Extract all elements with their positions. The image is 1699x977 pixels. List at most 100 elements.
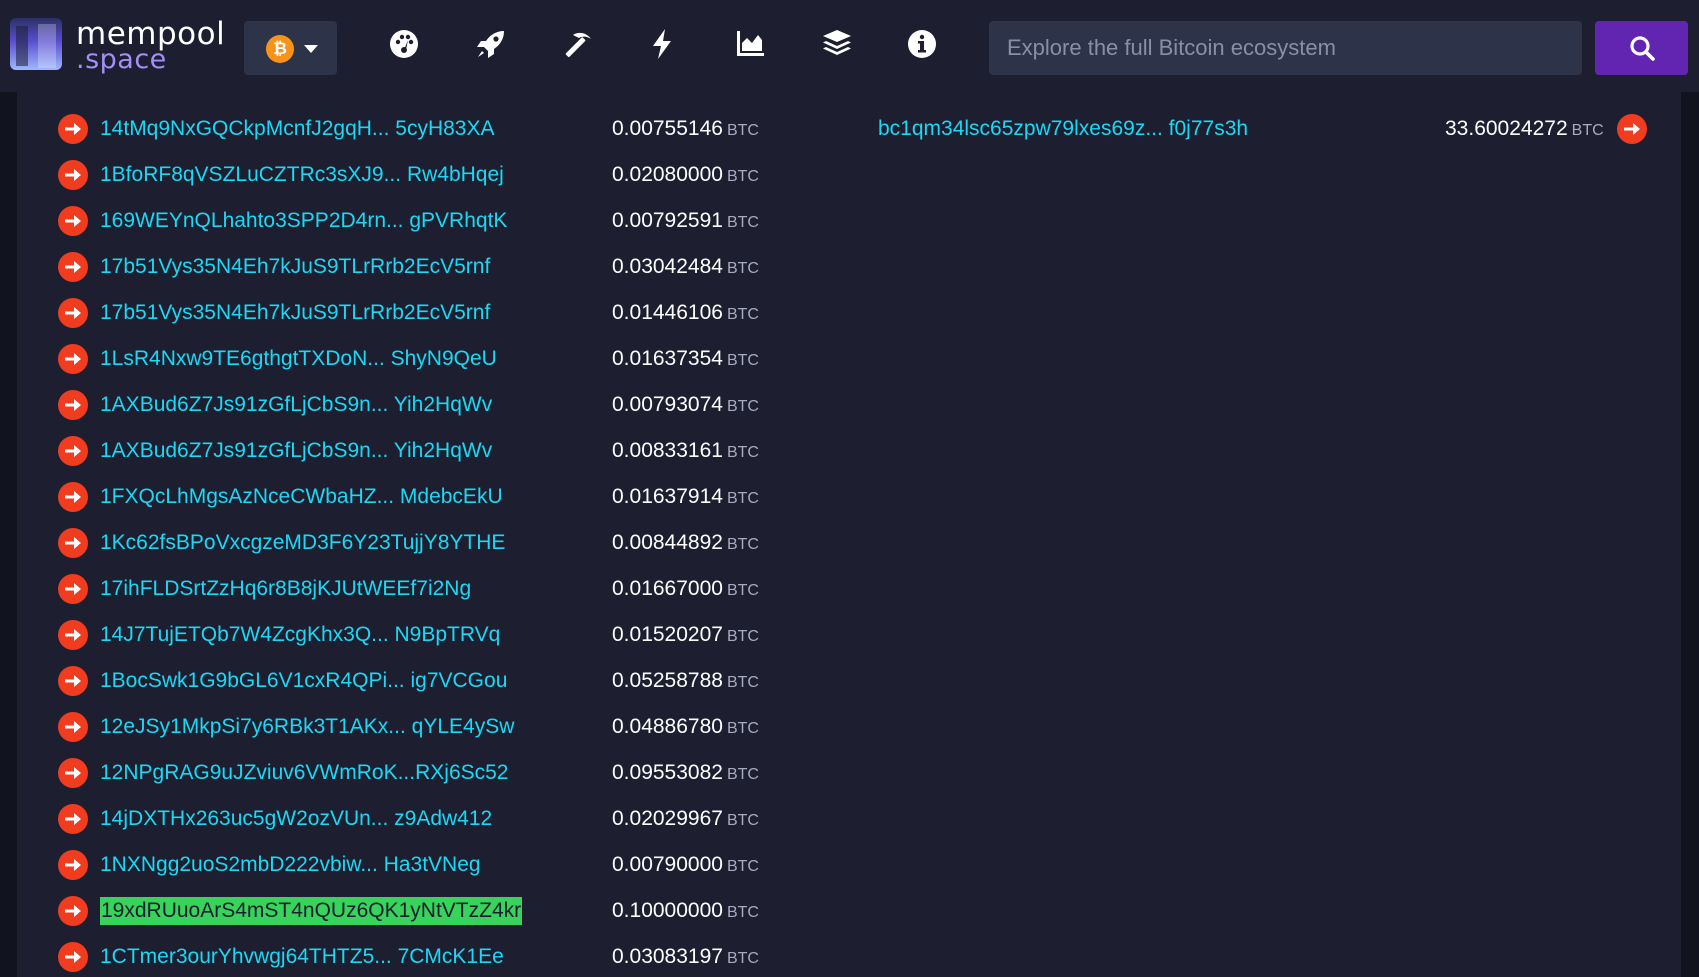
mempool-logo[interactable]: mempool .space	[10, 16, 230, 75]
input-amount-unit: BTC	[726, 260, 759, 277]
arrow-right-icon	[65, 353, 81, 365]
rocket-icon[interactable]	[474, 27, 508, 61]
input-arrow-button[interactable]	[58, 804, 88, 834]
input-amount: 0.01637354 BTC	[612, 345, 842, 375]
arrow-right-icon	[65, 905, 81, 917]
input-address-link[interactable]: 17b51Vys35N4Eh7kJuS9TLrRrb2EcV5rnf	[100, 299, 490, 327]
input-address-link[interactable]: 1AXBud6Z7Js91zGfLjCbS9n... Yih2HqWv	[100, 391, 492, 419]
info-icon[interactable]	[905, 27, 939, 61]
mining-icon[interactable]	[561, 27, 595, 61]
input-address-link[interactable]: 1NXNgg2uoS2mbD222vbiw... Ha3tVNeg	[100, 851, 481, 879]
lightning-icon[interactable]	[645, 27, 679, 61]
input-row: 17b51Vys35N4Eh7kJuS9TLrRrb2EcV5rnf 0.0304…	[17, 247, 1681, 287]
arrow-right-icon	[65, 813, 81, 825]
search-input[interactable]	[989, 21, 1582, 75]
input-arrow-button[interactable]	[58, 666, 88, 696]
transaction-io-panel: 14tMq9NxGQCkpMcnfJ2gqH... 5cyH83XA 0.0075…	[17, 92, 1681, 977]
dashboard-icon[interactable]	[387, 27, 421, 61]
arrow-right-icon	[65, 399, 81, 411]
output-amount-value: 33.60024272	[1445, 117, 1568, 140]
input-amount: 0.01446106 BTC	[612, 299, 842, 329]
arrow-right-icon	[65, 537, 81, 549]
input-amount-unit: BTC	[726, 306, 759, 323]
graphs-icon[interactable]	[733, 27, 767, 61]
input-address-link[interactable]: 14J7TujETQb7W4ZcgKhx3Q... N9BpTRVq	[100, 621, 500, 649]
input-row: 17ihFLDSrtZzHq6r8B8jKJUtWEEf7i2Ng 0.01667…	[17, 569, 1681, 609]
input-amount: 0.01520207 BTC	[612, 621, 842, 651]
input-amount: 0.03042484 BTC	[612, 253, 842, 283]
output-arrow-button[interactable]	[1617, 114, 1647, 144]
input-amount-unit: BTC	[726, 214, 759, 231]
arrow-right-icon	[65, 261, 81, 273]
input-arrow-button[interactable]	[58, 896, 88, 926]
input-arrow-button[interactable]	[58, 482, 88, 512]
input-row: 1CTmer3ourYhvwgj64THTZ5... 7CMcK1Ee 0.030…	[17, 937, 1681, 977]
input-address-link[interactable]: 1FXQcLhMgsAzNceCWbaHZ... MdebcEkU	[100, 483, 503, 511]
input-address-link[interactable]: 169WEYnQLhahto3SPP2D4rn... gPVRhqtK	[100, 207, 507, 235]
input-address-link[interactable]: 1CTmer3ourYhvwgj64THTZ5... 7CMcK1Ee	[100, 943, 504, 971]
input-arrow-button[interactable]	[58, 942, 88, 972]
arrow-right-icon	[65, 675, 81, 687]
input-arrow-button[interactable]	[58, 344, 88, 374]
input-amount-value: 0.01520207	[612, 623, 723, 646]
arrow-right-icon	[65, 445, 81, 457]
input-address-link[interactable]: 17ihFLDSrtZzHq6r8B8jKJUtWEEf7i2Ng	[100, 575, 471, 603]
input-arrow-button[interactable]	[58, 206, 88, 236]
input-arrow-button[interactable]	[58, 620, 88, 650]
input-amount: 0.01667000 BTC	[612, 575, 842, 605]
input-amount: 0.01637914 BTC	[612, 483, 842, 513]
input-amount-value: 0.00844892	[612, 531, 723, 554]
input-arrow-button[interactable]	[58, 298, 88, 328]
input-amount-unit: BTC	[726, 444, 759, 461]
input-arrow-button[interactable]	[58, 712, 88, 742]
blocks-icon[interactable]	[820, 27, 854, 61]
input-row: 1BfoRF8qVSZLuCZTRc3sXJ9... Rw4bHqej 0.020…	[17, 155, 1681, 195]
input-arrow-button[interactable]	[58, 390, 88, 420]
input-row: 1AXBud6Z7Js91zGfLjCbS9n... Yih2HqWv 0.008…	[17, 431, 1681, 471]
input-amount: 0.04886780 BTC	[612, 713, 842, 743]
input-address-link[interactable]: 1Kc62fsBPoVxcgzeMD3F6Y23TujjY8YTHE	[100, 529, 505, 557]
input-row: 1NXNgg2uoS2mbD222vbiw... Ha3tVNeg 0.00790…	[17, 845, 1681, 885]
input-amount: 0.10000000 BTC	[612, 897, 842, 927]
input-arrow-button[interactable]	[58, 758, 88, 788]
input-amount: 0.05258788 BTC	[612, 667, 842, 697]
input-arrow-button[interactable]	[58, 160, 88, 190]
input-amount-unit: BTC	[726, 582, 759, 599]
input-row: 169WEYnQLhahto3SPP2D4rn... gPVRhqtK 0.007…	[17, 201, 1681, 241]
input-amount-unit: BTC	[726, 766, 759, 783]
output-amount-unit: BTC	[1571, 122, 1604, 139]
network-selector[interactable]: ₿	[244, 21, 337, 75]
input-amount-value: 0.01637914	[612, 485, 723, 508]
input-amount-unit: BTC	[726, 168, 759, 185]
input-address-link[interactable]: 12NPgRAG9uJZviuv6VWmRoK...RXj6Sc52	[100, 759, 509, 787]
input-amount-unit: BTC	[726, 398, 759, 415]
input-address-link[interactable]: 1BocSwk1G9bGL6V1cxR4QPi... ig7VCGou	[100, 667, 507, 695]
input-address-link[interactable]: 1LsR4Nxw9TE6gthgtTXDoN... ShyN9QeU	[100, 345, 497, 373]
arrow-right-icon	[65, 767, 81, 779]
input-amount-unit: BTC	[726, 352, 759, 369]
input-address-link-highlighted[interactable]: 19xdRUuoArS4mST4nQUz6QK1yNtVTzZ4kr	[100, 897, 523, 925]
input-amount: 0.02029967 BTC	[612, 805, 842, 835]
caret-down-icon	[304, 45, 318, 53]
input-amount-unit: BTC	[726, 628, 759, 645]
output-address-link[interactable]: bc1qm34lsc65zpw79lxes69z... f0j77s3h	[878, 115, 1248, 143]
input-address-link[interactable]: 17b51Vys35N4Eh7kJuS9TLrRrb2EcV5rnf	[100, 253, 490, 281]
input-address-link[interactable]: 14jDXTHx263uc5gW2ozVUn... z9Adw412	[100, 805, 492, 833]
arrow-right-icon	[65, 215, 81, 227]
input-arrow-button[interactable]	[58, 252, 88, 282]
input-arrow-button[interactable]	[58, 574, 88, 604]
input-address-link[interactable]: 1BfoRF8qVSZLuCZTRc3sXJ9... Rw4bHqej	[100, 161, 504, 189]
input-arrow-button[interactable]	[58, 850, 88, 880]
input-amount-value: 0.00790000	[612, 853, 723, 876]
input-address-link[interactable]: 1AXBud6Z7Js91zGfLjCbS9n... Yih2HqWv	[100, 437, 492, 465]
input-amount-unit: BTC	[726, 904, 759, 921]
input-row: 1FXQcLhMgsAzNceCWbaHZ... MdebcEkU 0.01637…	[17, 477, 1681, 517]
input-amount: 0.02080000 BTC	[612, 161, 842, 191]
input-arrow-button[interactable]	[58, 436, 88, 466]
top-navbar: mempool .space ₿	[0, 0, 1699, 92]
input-amount-value: 0.09553082	[612, 761, 723, 784]
search-button[interactable]	[1595, 21, 1688, 75]
input-address-link[interactable]: 12eJSy1MkpSi7y6RBk3T1AKx... qYLE4ySw	[100, 713, 514, 741]
input-amount: 0.00792591 BTC	[612, 207, 842, 237]
input-arrow-button[interactable]	[58, 528, 88, 558]
